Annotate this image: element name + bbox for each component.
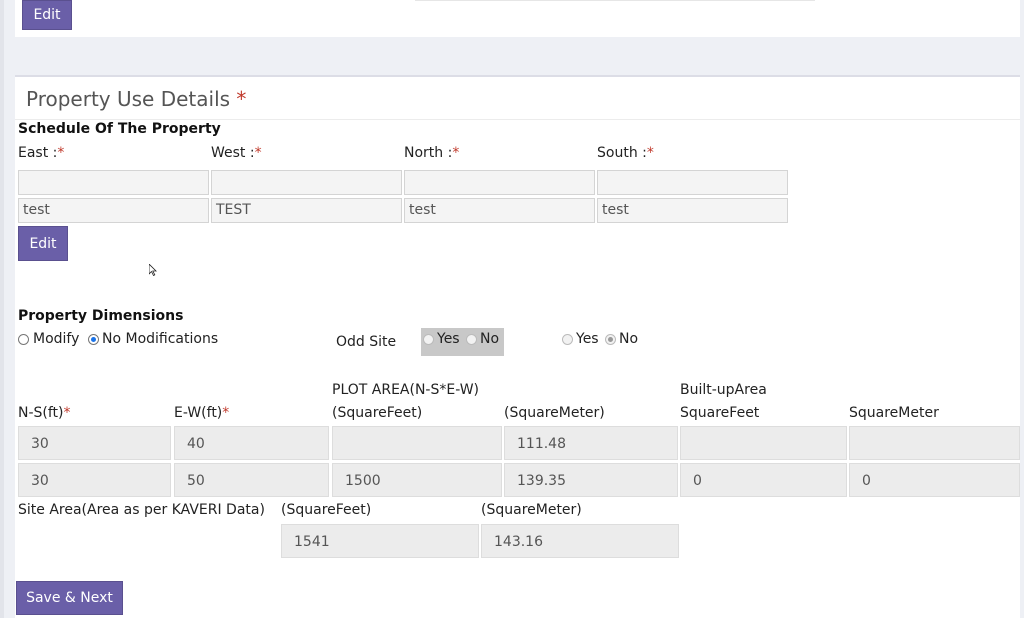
west-input[interactable]: TEST [211, 198, 402, 223]
builtup-sqm-header: SquareMeter [849, 405, 939, 421]
previous-section-panel [15, 0, 1020, 37]
site-sqm-label: (SquareMeter) [481, 502, 582, 518]
site-sqm-cell[interactable]: 143.16 [481, 524, 679, 558]
required-star: * [236, 87, 247, 111]
builtup-sqft-header: SquareFeet [680, 405, 760, 421]
west-label: West :* [211, 145, 262, 161]
row2-sqm-cell[interactable]: 139.35 [504, 463, 678, 497]
odd-site-no-radio[interactable] [466, 334, 477, 345]
divider [415, 0, 815, 1]
builtup-header: Built-upArea [680, 382, 767, 398]
odd-site-yes-label: Yes [437, 331, 460, 347]
mouse-cursor-icon [149, 264, 157, 276]
row1-ew-cell[interactable]: 40 [174, 426, 329, 460]
divider [15, 119, 1020, 120]
no-label: No [619, 331, 639, 347]
modify-label: Modify [33, 331, 80, 347]
plot-area-header: PLOT AREA(N-S*E-W) [332, 382, 479, 398]
no-modifications-radio[interactable] [88, 334, 99, 345]
modify-radio[interactable] [18, 334, 29, 345]
north-label: North :* [404, 145, 460, 161]
row2-ew-cell[interactable]: 50 [174, 463, 329, 497]
ns-header: N-S(ft)* [18, 405, 71, 421]
no-modifications-label: No Modifications [102, 331, 219, 347]
no-radio[interactable] [605, 334, 616, 345]
row2-builtup-sqft-cell[interactable]: 0 [680, 463, 847, 497]
site-sqft-cell[interactable]: 1541 [281, 524, 479, 558]
row1-sqm-cell[interactable]: 111.48 [504, 426, 678, 460]
odd-site-no-label: No [480, 331, 500, 347]
east-input[interactable]: test [18, 198, 209, 223]
row1-builtup-sqm-cell[interactable] [849, 426, 1020, 460]
schedule-edit-button[interactable]: Edit [18, 226, 68, 261]
north-input-blank[interactable] [404, 170, 595, 195]
row2-builtup-sqm-cell[interactable]: 0 [849, 463, 1020, 497]
ew-header: E-W(ft)* [174, 405, 230, 421]
south-label: South :* [597, 145, 654, 161]
east-label: East :* [18, 145, 65, 161]
odd-site-label: Odd Site [336, 334, 397, 350]
panel-title-text: Property Use Details [26, 87, 231, 111]
row2-sqft-cell[interactable]: 1500 [332, 463, 502, 497]
dimensions-heading: Property Dimensions [18, 308, 184, 324]
site-area-label: Site Area(Area as per KAVERI Data) [18, 502, 265, 518]
plot-sqft-header: (SquareFeet) [332, 405, 423, 421]
yes-radio[interactable] [562, 334, 573, 345]
row2-ns-cell[interactable]: 30 [18, 463, 171, 497]
east-input-blank[interactable] [18, 170, 209, 195]
save-next-button[interactable]: Save & Next [16, 581, 123, 615]
site-sqft-label: (SquareFeet) [281, 502, 372, 518]
panel-title: Property Use Details * [26, 87, 246, 111]
left-rail [0, 0, 4, 618]
row1-sqft-cell[interactable] [332, 426, 502, 460]
plot-sqm-header: (SquareMeter) [504, 405, 605, 421]
row1-ns-cell[interactable]: 30 [18, 426, 171, 460]
row1-builtup-sqft-cell[interactable] [680, 426, 847, 460]
north-input[interactable]: test [404, 198, 595, 223]
yes-label: Yes [576, 331, 599, 347]
schedule-heading: Schedule Of The Property [18, 121, 221, 137]
south-input[interactable]: test [597, 198, 788, 223]
odd-site-yes-radio[interactable] [423, 334, 434, 345]
south-input-blank[interactable] [597, 170, 788, 195]
west-input-blank[interactable] [211, 170, 402, 195]
previous-edit-button[interactable]: Edit [22, 0, 72, 30]
